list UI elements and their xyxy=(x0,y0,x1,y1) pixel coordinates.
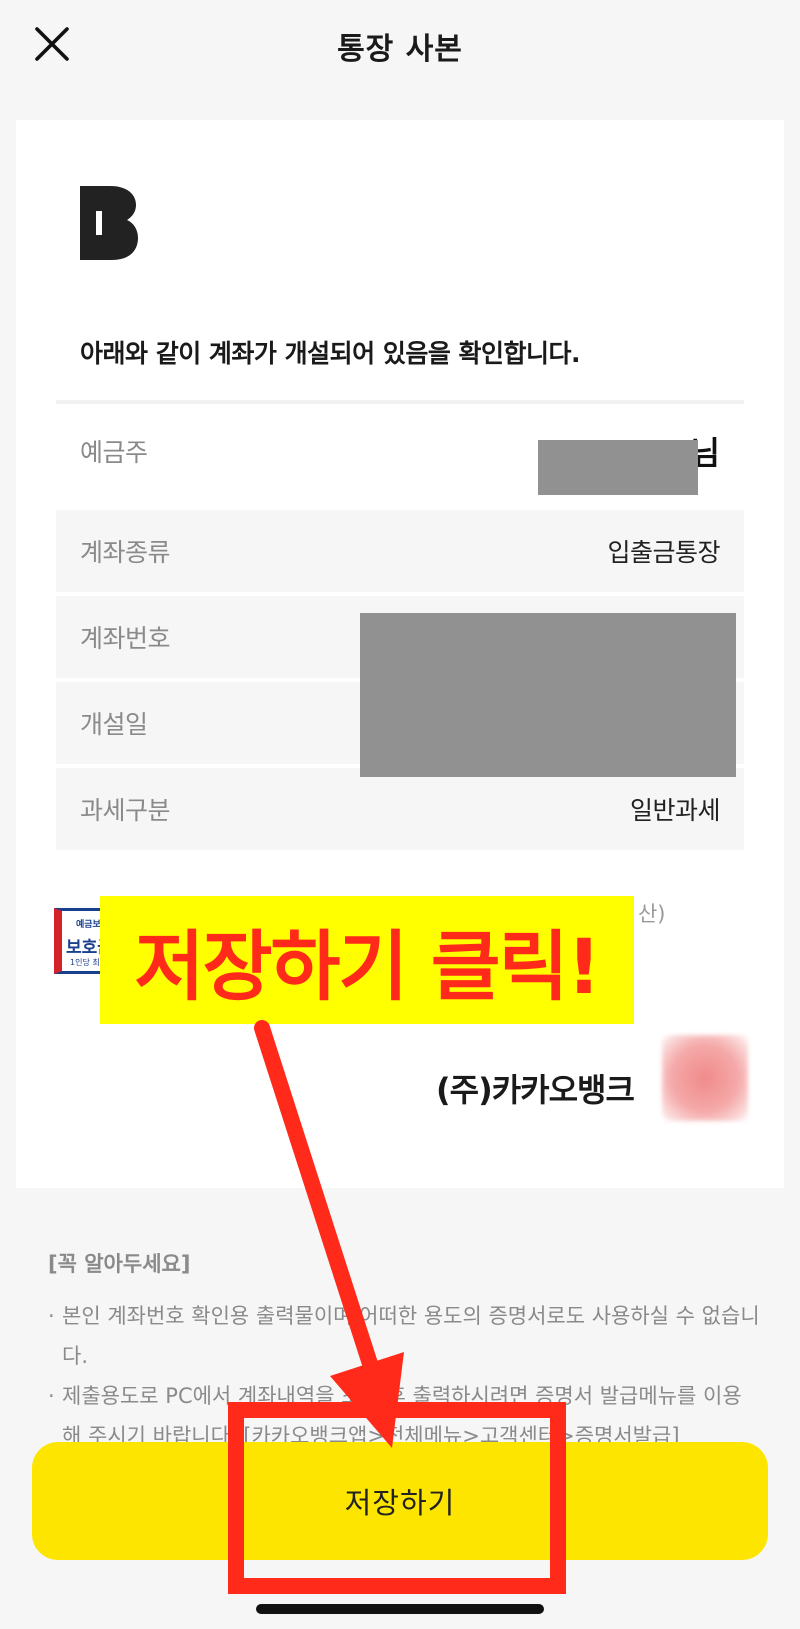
info-row-account-type: 계좌종류 입출금통장 xyxy=(56,510,744,592)
company-name: (주)카카오뱅크 xyxy=(436,1071,635,1109)
page-title: 통장 사본 xyxy=(337,32,463,67)
seal-fade xyxy=(638,1060,658,1100)
redacted-account-details xyxy=(360,613,736,777)
bank-logo-icon xyxy=(80,186,138,260)
notice-text: 본인 계좌번호 확인용 출력물이며 어떠한 용도의 증명서로도 사용하실 수 없… xyxy=(62,1304,760,1368)
row-label: 계좌번호 xyxy=(80,624,171,653)
redacted-holder-name xyxy=(538,440,698,495)
annotation-highlight-box xyxy=(228,1402,566,1594)
row-value: 입출금통장 xyxy=(607,538,720,567)
confirmation-text: 아래와 같이 계좌가 개설되어 있음을 확인합니다. xyxy=(80,339,581,368)
company-seal-icon xyxy=(662,1035,748,1121)
badge-line: 예금보 xyxy=(76,920,101,930)
row-label: 예금주 xyxy=(80,438,148,467)
annotation-banner: 저장하기 클릭! xyxy=(100,896,634,1024)
bankbook-copy-card: 아래와 같이 계좌가 개설되어 있음을 확인합니다. 예금주 님 계좌종류 입출… xyxy=(16,120,784,1188)
bullet-icon: · xyxy=(48,1384,55,1408)
row-label: 개설일 xyxy=(80,710,148,739)
bullet-icon: · xyxy=(48,1304,55,1328)
notice-item: · 본인 계좌번호 확인용 출력물이며 어떠한 용도의 증명서로도 사용하실 수… xyxy=(48,1296,760,1376)
row-value: 일반과세 xyxy=(629,796,721,825)
divider xyxy=(56,400,744,404)
app-header: 통장 사본 xyxy=(0,0,800,96)
row-label: 과세구분 xyxy=(80,796,171,825)
row-label: 계좌종류 xyxy=(80,538,171,567)
info-row-tax-type: 과세구분 일반과세 xyxy=(56,768,744,850)
badge-line: 1인당 최 xyxy=(70,958,100,967)
annotation-text: 저장하기 클릭! xyxy=(134,922,602,1011)
notice-title: [꼭 알아두세요] xyxy=(48,1252,191,1276)
home-indicator xyxy=(256,1604,544,1614)
